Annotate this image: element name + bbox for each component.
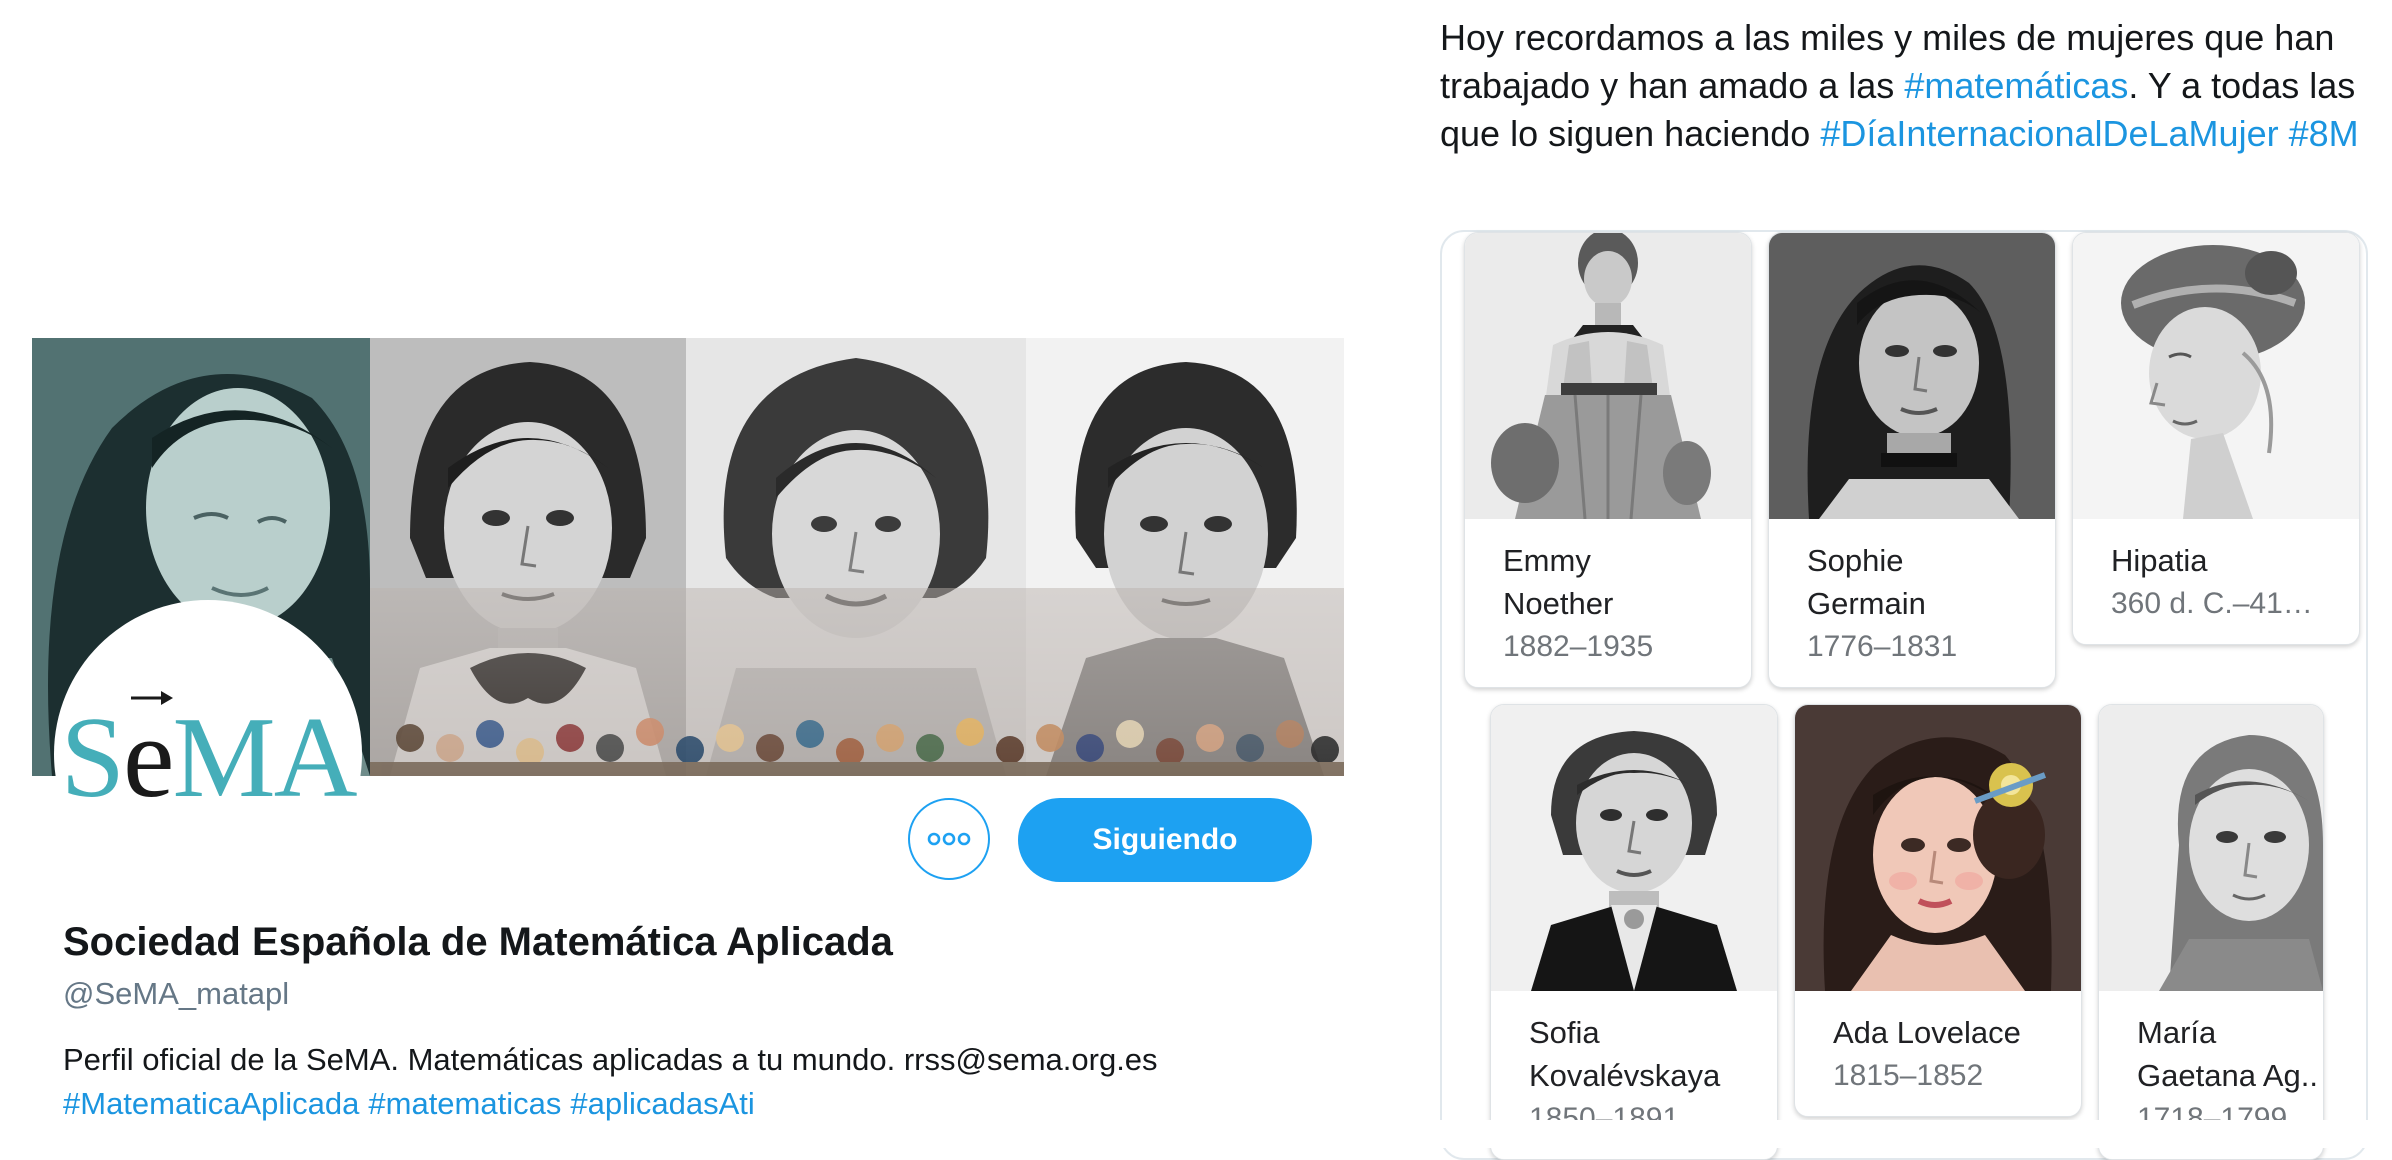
bio-email: rrss@sema.org.es <box>903 1042 1158 1077</box>
logo-letter: e <box>123 691 175 822</box>
person-photo <box>1491 705 1777 991</box>
person-name: Kovalévskaya <box>1529 1058 1721 1093</box>
person-name: Emmy <box>1503 543 1591 578</box>
person-card-maria-gaetana-agnesi[interactable]: María Gaetana Ag.. 1718–1799 <box>2098 704 2324 1160</box>
crop-edge <box>1440 1120 2392 1148</box>
hashtag-link[interactable]: #aplicadasAti <box>570 1086 754 1121</box>
profile-avatar[interactable]: SeMA <box>58 604 358 904</box>
hashtag-link[interactable]: #MatematicaAplicada <box>63 1086 359 1121</box>
person-photo <box>1769 233 2055 519</box>
person-name: María <box>2137 1015 2217 1050</box>
person-card-emmy-noether[interactable]: Emmy Noether 1882–1935 <box>1464 232 1752 688</box>
hashtag-link[interactable]: #DíaInternacionalDeLaMujer <box>1820 113 2278 154</box>
profile-bio: Perfil oficial de la SeMA. Matemáticas a… <box>63 1038 1363 1126</box>
person-photo <box>2099 705 2323 991</box>
person-name: Gaetana Ag.. <box>2137 1058 2318 1093</box>
following-button[interactable]: Siguiendo <box>1018 798 1312 882</box>
vector-arrow-icon <box>131 691 174 705</box>
hashtag-link[interactable]: #matemáticas <box>1904 65 2128 106</box>
bio-text: Perfil oficial de la SeMA. Matemáticas a… <box>63 1042 904 1077</box>
person-photo <box>1465 233 1751 519</box>
tweet-text: Hoy recordamos a las miles y miles de mu… <box>1440 14 2392 158</box>
person-card-sophie-germain[interactable]: Sophie Germain 1776–1831 <box>1768 232 2056 688</box>
person-photo <box>1795 705 2081 991</box>
person-dates: 1815–1852 <box>1833 1059 1984 1092</box>
person-name: Germain <box>1807 586 1926 621</box>
logo-letter: S <box>60 694 126 822</box>
person-name: Sophie <box>1807 543 1904 578</box>
person-dates: 1776–1831 <box>1807 630 1958 663</box>
crowd-overlay <box>370 588 1344 776</box>
hashtag-link[interactable]: #8M <box>2289 113 2359 154</box>
hashtag-link[interactable]: #matematicas <box>368 1086 561 1121</box>
person-card-sofia-kovalevskaya[interactable]: Sofia Kovalévskaya 1850–1891 <box>1490 704 1778 1160</box>
profile-name: Sociedad Española de Matemática Aplicada <box>63 920 893 964</box>
person-photo <box>2073 233 2359 519</box>
person-name: Sofia <box>1529 1015 1600 1050</box>
person-card-hipatia[interactable]: Hipatia 360 d. C.–41… <box>2072 232 2360 645</box>
person-dates: 1882–1935 <box>1503 630 1654 663</box>
person-name: Ada Lovelace <box>1833 1015 2021 1050</box>
person-dates: 360 d. C.–41… <box>2111 587 2313 620</box>
more-options-button[interactable] <box>908 798 990 880</box>
sema-logo: SeMA <box>61 691 357 816</box>
logo-letter: MA <box>172 694 358 822</box>
person-name: Hipatia <box>2111 543 2208 578</box>
more-horizontal-icon <box>927 832 971 846</box>
person-name: Noether <box>1503 586 1614 621</box>
person-card-ada-lovelace[interactable]: Ada Lovelace 1815–1852 <box>1794 704 2082 1117</box>
profile-handle[interactable]: @SeMA_matapl <box>63 976 289 1012</box>
